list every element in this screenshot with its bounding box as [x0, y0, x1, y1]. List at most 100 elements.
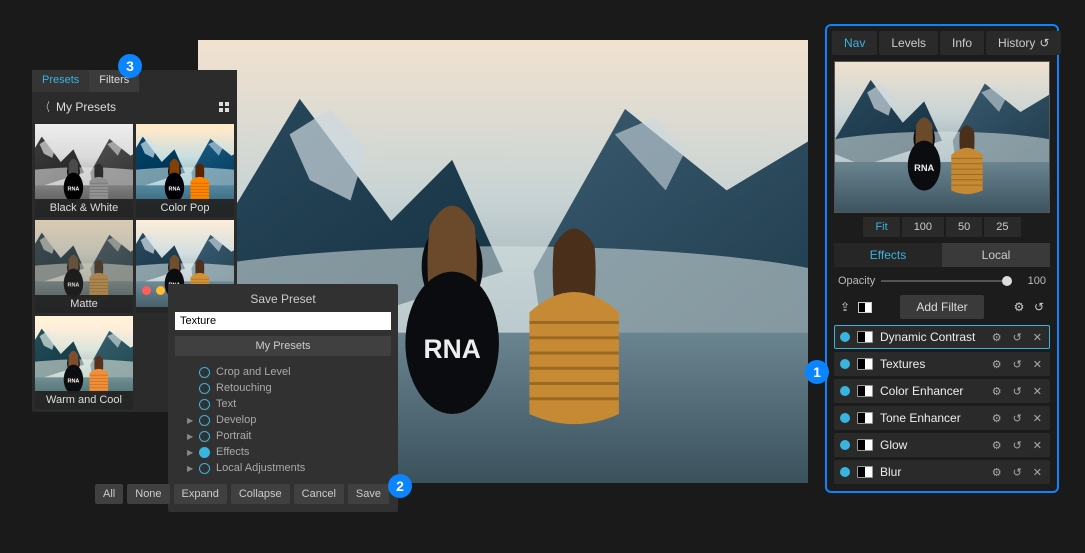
visibility-dot-icon[interactable] — [840, 467, 850, 477]
tab-nav[interactable]: Nav — [832, 31, 877, 55]
zoom-100-button[interactable]: 100 — [902, 217, 944, 237]
visibility-dot-icon[interactable] — [840, 332, 850, 342]
undo-icon[interactable]: ↺ — [1011, 331, 1024, 344]
zoom-50-button[interactable]: 50 — [946, 217, 982, 237]
radio-icon[interactable] — [199, 383, 210, 394]
tree-develop[interactable]: Develop — [216, 414, 256, 426]
radio-icon[interactable] — [199, 431, 210, 442]
chevron-left-icon: 〈 — [42, 98, 49, 115]
presets-back[interactable]: 〈 My Presets — [40, 98, 116, 115]
effects-tab[interactable]: Effects — [834, 243, 942, 267]
local-tab[interactable]: Local — [942, 243, 1050, 267]
mask-icon[interactable] — [857, 412, 873, 424]
tree-crop[interactable]: Crop and Level — [216, 366, 291, 378]
undo-icon[interactable]: ↺ — [1011, 385, 1024, 398]
tab-levels[interactable]: Levels — [879, 31, 938, 55]
tab-info[interactable]: Info — [940, 31, 984, 55]
radio-icon[interactable] — [199, 415, 210, 426]
visibility-dot-icon[interactable] — [840, 386, 850, 396]
gear-icon[interactable]: ⚙ — [990, 358, 1004, 371]
gear-icon[interactable]: ⚙ — [990, 412, 1004, 425]
presets-tab[interactable]: Presets — [32, 70, 89, 92]
destination-button[interactable]: My Presets — [175, 336, 391, 356]
radio-icon[interactable] — [199, 447, 210, 458]
radio-icon[interactable] — [199, 399, 210, 410]
opacity-label: Opacity — [838, 275, 875, 287]
tree-retouch[interactable]: Retouching — [216, 382, 272, 394]
gear-icon[interactable]: ⚙ — [990, 466, 1004, 479]
right-panel: Nav Levels Info History↺ Fit 100 50 25 E… — [825, 24, 1059, 493]
undo-icon[interactable]: ↺ — [1011, 466, 1024, 479]
filter-glow[interactable]: Glow ⚙ ↺ ✕ — [834, 433, 1050, 457]
gear-icon[interactable]: ⚙ — [990, 439, 1004, 452]
mask-icon[interactable] — [857, 439, 873, 451]
mask-icon[interactable] — [857, 466, 873, 478]
undo-icon: ↺ — [1039, 36, 1049, 50]
preset-black-white[interactable]: Black & White — [35, 124, 133, 217]
filter-name: Dynamic Contrast — [880, 330, 983, 344]
undo-icon[interactable]: ↺ — [1011, 412, 1024, 425]
filter-dynamic-contrast[interactable]: Dynamic Contrast ⚙ ↺ ✕ — [834, 325, 1050, 349]
add-filter-button[interactable]: Add Filter — [900, 295, 983, 319]
tree-portrait[interactable]: Portrait — [216, 430, 251, 442]
mask-icon[interactable] — [857, 385, 873, 397]
annotation-badge-3: 3 — [118, 54, 142, 78]
filter-name: Tone Enhancer — [880, 411, 983, 425]
filter-blur[interactable]: Blur ⚙ ↺ ✕ — [834, 460, 1050, 484]
preset-label: Black & White — [35, 199, 133, 217]
close-icon[interactable]: ✕ — [1031, 439, 1044, 452]
radio-icon[interactable] — [199, 463, 210, 474]
chevron-right-icon[interactable]: ▶ — [187, 464, 193, 473]
close-icon[interactable]: ✕ — [1031, 358, 1044, 371]
visibility-dot-icon[interactable] — [840, 440, 850, 450]
radio-icon[interactable] — [199, 367, 210, 378]
export-icon[interactable]: ⇪ — [838, 300, 852, 314]
save-preset-dialog: Save Preset My Presets Crop and Level Re… — [168, 284, 398, 512]
opacity-slider[interactable] — [881, 280, 1012, 282]
filter-textures[interactable]: Textures ⚙ ↺ ✕ — [834, 352, 1050, 376]
tree-local[interactable]: Local Adjustments — [216, 462, 305, 474]
cancel-button[interactable]: Cancel — [294, 484, 344, 504]
gear-icon[interactable]: ⚙ — [1012, 300, 1026, 314]
preset-include-tree: Crop and Level Retouching Text ▶Develop … — [171, 362, 395, 478]
close-icon[interactable]: ✕ — [1031, 466, 1044, 479]
undo-icon[interactable]: ↺ — [1032, 300, 1046, 314]
save-button[interactable]: Save — [348, 484, 389, 504]
undo-icon[interactable]: ↺ — [1011, 439, 1024, 452]
mask-icon[interactable] — [857, 358, 873, 370]
none-button[interactable]: None — [127, 484, 169, 504]
visibility-dot-icon[interactable] — [840, 413, 850, 423]
filter-color-enhancer[interactable]: Color Enhancer ⚙ ↺ ✕ — [834, 379, 1050, 403]
chevron-right-icon[interactable]: ▶ — [187, 432, 193, 441]
preset-label: Warm and Cool — [35, 391, 133, 409]
gear-icon[interactable]: ⚙ — [990, 385, 1004, 398]
preset-matte[interactable]: Matte — [35, 220, 133, 313]
gear-icon[interactable]: ⚙ — [990, 331, 1004, 344]
visibility-dot-icon[interactable] — [840, 359, 850, 369]
navigator-thumbnail[interactable] — [834, 61, 1050, 213]
opacity-value: 100 — [1018, 275, 1046, 287]
all-button[interactable]: All — [95, 484, 123, 504]
filter-name: Glow — [880, 438, 983, 452]
preset-name-input[interactable] — [175, 312, 391, 330]
filter-tone-enhancer[interactable]: Tone Enhancer ⚙ ↺ ✕ — [834, 406, 1050, 430]
filter-name: Blur — [880, 465, 983, 479]
mask-icon[interactable] — [857, 331, 873, 343]
collapse-button[interactable]: Collapse — [231, 484, 290, 504]
preset-warm-cool[interactable]: Warm and Cool — [35, 316, 133, 409]
close-icon[interactable]: ✕ — [1031, 331, 1044, 344]
undo-icon[interactable]: ↺ — [1011, 358, 1024, 371]
close-icon[interactable]: ✕ — [1031, 385, 1044, 398]
preset-color-pop[interactable]: Color Pop — [136, 124, 234, 217]
zoom-25-button[interactable]: 25 — [984, 217, 1020, 237]
close-icon[interactable]: ✕ — [1031, 412, 1044, 425]
expand-button[interactable]: Expand — [174, 484, 227, 504]
mask-icon[interactable] — [858, 300, 872, 314]
grid-view-icon[interactable] — [219, 102, 229, 112]
tree-text[interactable]: Text — [216, 398, 236, 410]
zoom-fit-button[interactable]: Fit — [863, 217, 899, 237]
chevron-right-icon[interactable]: ▶ — [187, 416, 193, 425]
chevron-right-icon[interactable]: ▶ — [187, 448, 193, 457]
tree-effects[interactable]: Effects — [216, 446, 249, 458]
tab-history[interactable]: History↺ — [986, 31, 1061, 55]
